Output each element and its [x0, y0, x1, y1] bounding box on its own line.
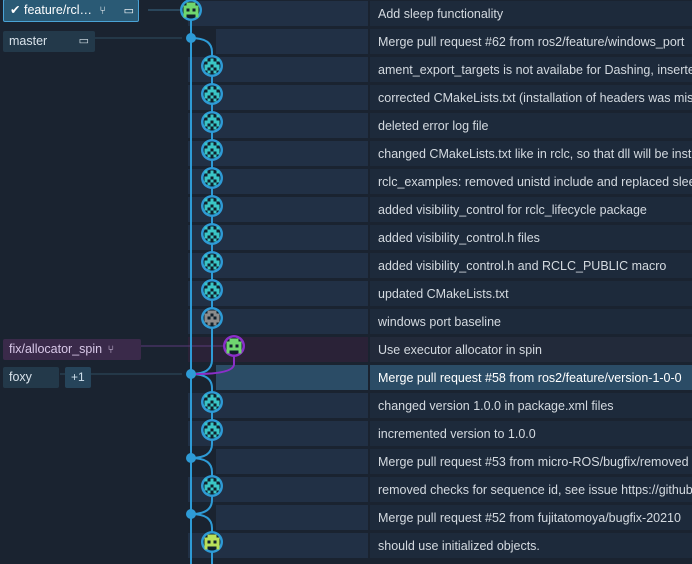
more-refs-chip[interactable]: +1	[65, 367, 91, 388]
branch-ref-allocator-label: fix/allocator_spin	[9, 342, 103, 356]
branch-ref-foxy-label: foxy	[9, 370, 32, 384]
author-avatar-icon[interactable]	[201, 419, 223, 441]
author-avatar-icon[interactable]	[201, 475, 223, 497]
author-avatar-icon[interactable]	[201, 391, 223, 413]
branch-icon: ⑂	[99, 5, 107, 17]
author-avatar-icon[interactable]	[201, 139, 223, 161]
laptop-icon: ▭	[123, 5, 135, 17]
author-avatar-icon[interactable]	[201, 167, 223, 189]
branch-ref-master-label: master	[9, 34, 48, 48]
branch-ref-allocator[interactable]: fix/allocator_spin ⑂	[3, 339, 141, 360]
author-avatar-icon[interactable]	[201, 307, 223, 329]
author-avatar-icon[interactable]	[201, 55, 223, 77]
author-avatar-icon[interactable]	[201, 195, 223, 217]
branch-ref-head-label: feature/rcl…	[23, 3, 93, 17]
author-avatar-icon[interactable]	[201, 223, 223, 245]
author-avatar-icon[interactable]	[201, 111, 223, 133]
merge-commit-dot[interactable]	[186, 453, 196, 463]
author-avatar-icon[interactable]	[201, 251, 223, 273]
branch-ref-master[interactable]: master ▭	[3, 31, 95, 52]
laptop-icon: ▭	[78, 35, 89, 47]
merge-commit-dot[interactable]	[186, 509, 196, 519]
author-avatar-icon[interactable]	[201, 83, 223, 105]
branch-ref-foxy[interactable]: foxy	[3, 367, 59, 388]
author-avatar-icon[interactable]	[201, 279, 223, 301]
author-avatar-icon[interactable]	[223, 335, 245, 357]
check-icon: ✔	[10, 3, 21, 17]
commit-graph	[60, 0, 245, 564]
merge-commit-dot[interactable]	[186, 369, 196, 379]
branch-lane-version	[190, 373, 213, 459]
author-avatar-icon[interactable]	[201, 531, 223, 553]
merge-commit-dot[interactable]	[186, 33, 196, 43]
author-avatar-icon[interactable]	[180, 0, 202, 21]
branch-ref-head[interactable]: ✔ feature/rcl… ⑂ ▭	[3, 0, 140, 22]
branch-icon: ⑂	[107, 344, 115, 356]
